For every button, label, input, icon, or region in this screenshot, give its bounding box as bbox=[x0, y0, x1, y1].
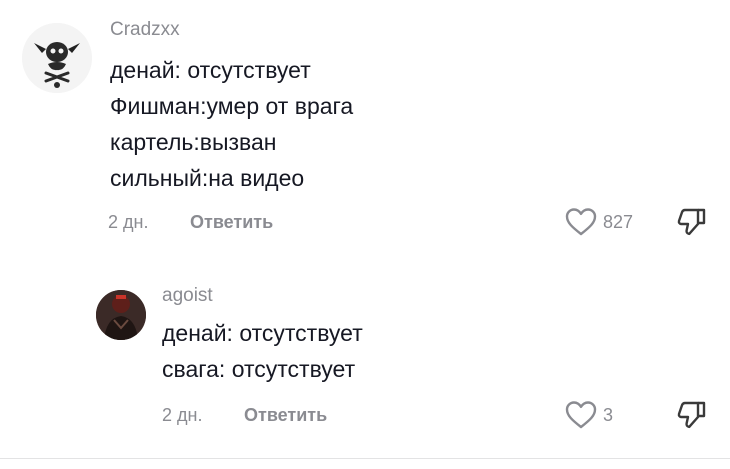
comment-line: свага: отсутствует bbox=[162, 356, 356, 382]
dislike-button[interactable] bbox=[676, 399, 708, 436]
like-button[interactable]: 3 bbox=[565, 400, 613, 430]
reply-comment-item: agoist денай: отсутствует свага: отсутст… bbox=[0, 270, 730, 450]
comment-time: 2 дн. bbox=[162, 405, 203, 425]
comment-username[interactable]: Cradzxx bbox=[110, 19, 180, 41]
avatar-photo-icon bbox=[96, 290, 146, 340]
comment-item: Cradzxx денай: отсутствует Фишман:умер о… bbox=[0, 0, 730, 250]
like-count: 3 bbox=[603, 404, 614, 425]
skull-logo-icon bbox=[22, 23, 92, 93]
comment-line: денай: отсутствует bbox=[162, 320, 363, 346]
reply-button[interactable]: Ответить bbox=[190, 212, 273, 233]
comment-line: денай: отсутствует bbox=[110, 57, 311, 83]
thumbs-down-icon bbox=[677, 401, 706, 429]
like-count: 827 bbox=[603, 211, 634, 232]
comment-time: 2 дн. bbox=[108, 212, 149, 232]
comment-line: картель:вызван bbox=[110, 129, 277, 155]
thumbs-down-icon bbox=[677, 208, 706, 236]
avatar[interactable] bbox=[22, 23, 92, 93]
reply-button[interactable]: Ответить bbox=[244, 405, 327, 426]
comment-line: Фишман:умер от врага bbox=[110, 93, 354, 119]
comment-text: денай: отсутствует свага: отсутствует bbox=[162, 315, 363, 387]
dislike-button[interactable] bbox=[676, 206, 708, 243]
divider bbox=[0, 458, 730, 459]
heart-outline-icon bbox=[565, 401, 597, 429]
comment-username[interactable]: agoist bbox=[162, 285, 213, 307]
avatar[interactable] bbox=[96, 290, 146, 340]
comment-line: сильный:на видео bbox=[110, 165, 305, 191]
heart-outline-icon bbox=[565, 208, 597, 236]
like-button[interactable]: 827 bbox=[565, 207, 633, 237]
comment-text: денай: отсутствует Фишман:умер от врага … bbox=[110, 52, 353, 196]
